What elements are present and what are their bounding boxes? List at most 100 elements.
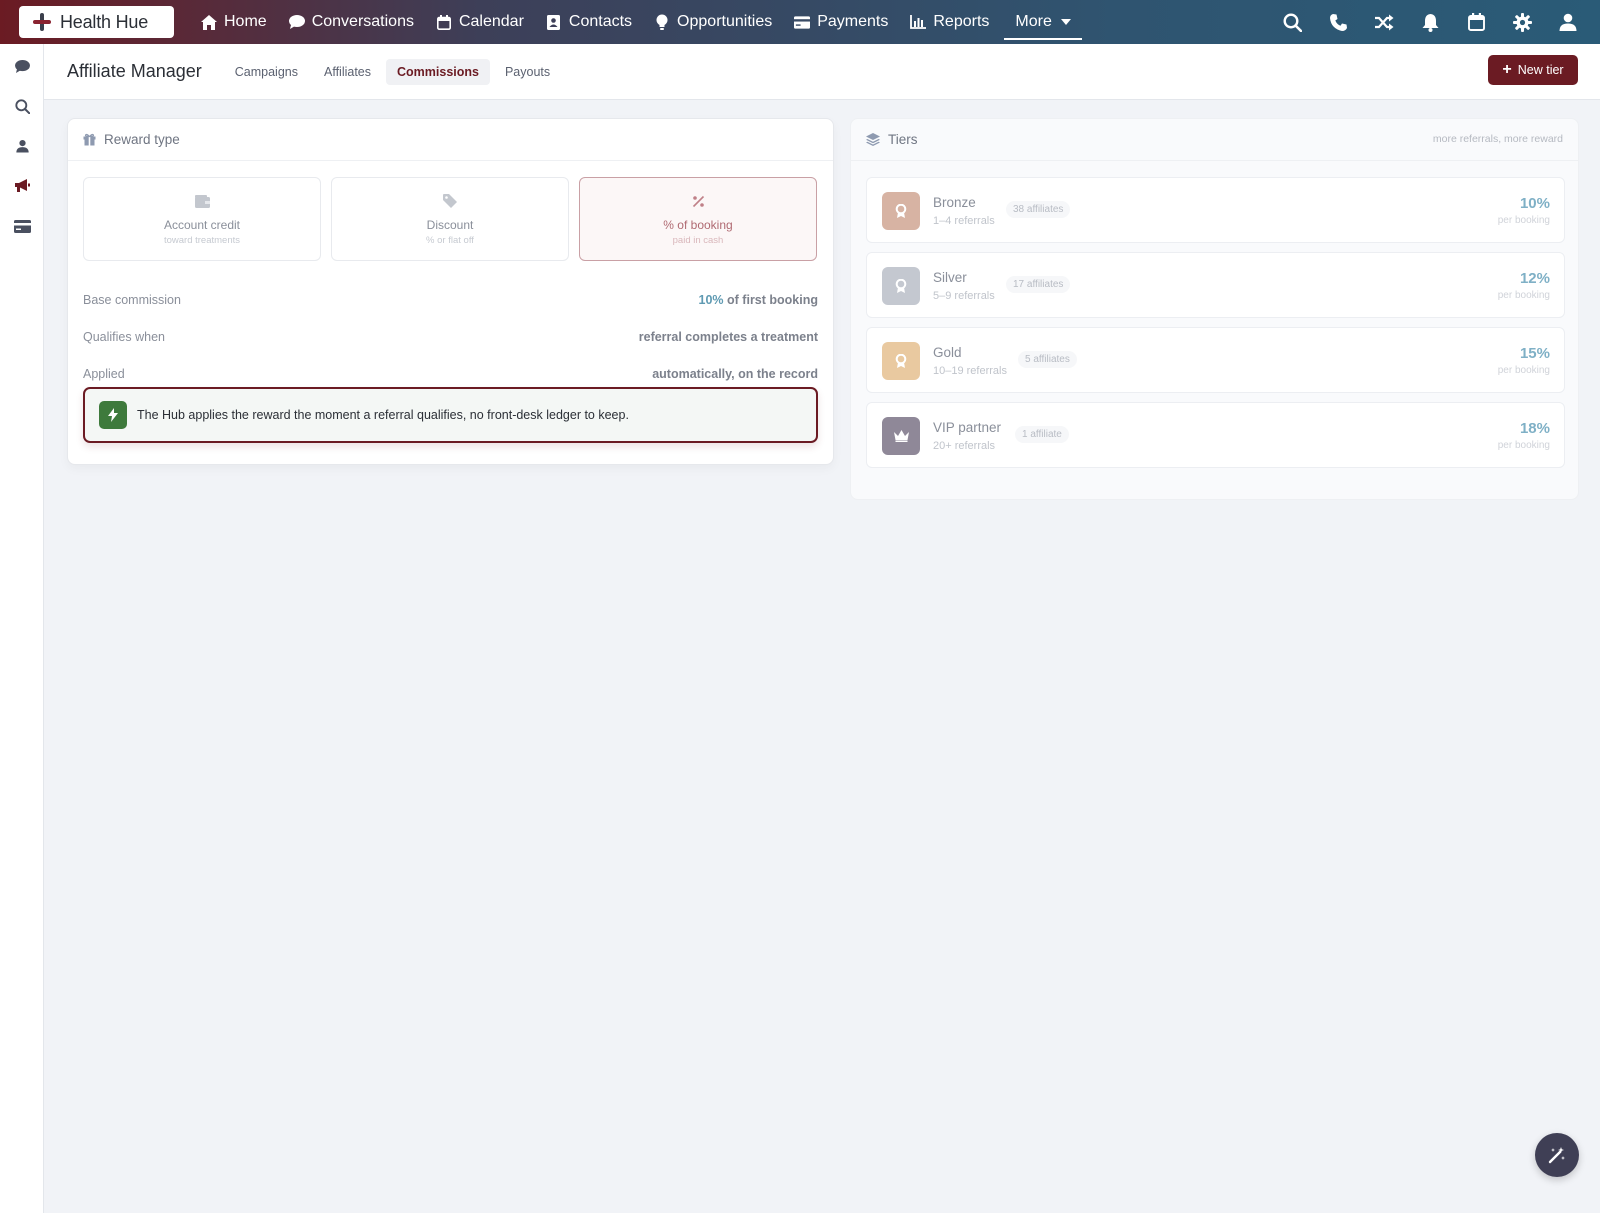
tier-percent: 12% bbox=[1519, 270, 1550, 287]
tier-affiliate-count: 38 affiliates bbox=[1006, 201, 1071, 218]
nav-contacts[interactable]: Contacts bbox=[535, 0, 643, 44]
rail-search[interactable] bbox=[12, 96, 32, 116]
calendar-icon bbox=[436, 14, 452, 30]
plus-icon: + bbox=[1502, 61, 1512, 78]
rail-marketing[interactable] bbox=[12, 176, 32, 196]
tier-affiliate-count: 5 affiliates bbox=[1018, 351, 1077, 368]
bolt-icon bbox=[99, 401, 127, 429]
nav-conversations[interactable]: Conversations bbox=[278, 0, 425, 44]
reward-type-card: Reward type Account credit toward treatm… bbox=[67, 118, 834, 465]
row-value: 10% of first booking bbox=[699, 293, 818, 307]
tier-name: Bronze bbox=[933, 195, 976, 210]
tier-affiliate-count: 17 affiliates bbox=[1006, 276, 1071, 293]
chevron-down-icon bbox=[1060, 19, 1071, 25]
percent-icon bbox=[690, 193, 706, 209]
user-icon bbox=[15, 140, 29, 153]
award-icon bbox=[882, 342, 920, 380]
tier-range: 20+ referrals bbox=[933, 440, 996, 452]
tier-range: 1–4 referrals bbox=[933, 215, 995, 227]
phone-icon[interactable] bbox=[1328, 12, 1348, 32]
tier-per: per booking bbox=[1497, 365, 1550, 376]
sub-header: Affiliate Manager Campaigns Affiliates C… bbox=[44, 44, 1600, 100]
nav-calendar[interactable]: Calendar bbox=[425, 0, 535, 44]
calendar-icon[interactable] bbox=[1466, 12, 1486, 32]
layers-icon bbox=[866, 133, 880, 146]
search-icon bbox=[14, 98, 30, 114]
tier-range: 5–9 referrals bbox=[933, 290, 995, 302]
nav-reports[interactable]: Reports bbox=[899, 0, 1000, 44]
tier-percent: 18% bbox=[1519, 420, 1550, 437]
row-value: referral completes a treatment bbox=[638, 329, 818, 344]
nav-payments-label: Payments bbox=[817, 13, 889, 30]
wallet-icon bbox=[194, 193, 210, 209]
nav-home[interactable]: Home bbox=[190, 0, 278, 44]
option-label: % of booking bbox=[663, 218, 733, 232]
option-sub: % or flat off bbox=[426, 235, 474, 246]
nav-more-dropdown[interactable]: More bbox=[1004, 0, 1083, 44]
tab-affiliates[interactable]: Affiliates bbox=[313, 59, 382, 85]
tag-icon bbox=[442, 193, 458, 209]
tier-percent: 15% bbox=[1519, 345, 1550, 362]
tier-name: Silver bbox=[933, 270, 967, 285]
tier-row-gold[interactable]: Gold 10–19 referrals 5 affiliates 15% pe… bbox=[866, 327, 1565, 393]
tier-row-bronze[interactable]: Bronze 1–4 referrals 38 affiliates 10% p… bbox=[866, 177, 1565, 243]
tier-name: Gold bbox=[933, 345, 962, 360]
commission-rate: 10% bbox=[698, 292, 724, 307]
contacts-icon bbox=[546, 14, 562, 30]
tab-campaigns[interactable]: Campaigns bbox=[224, 59, 309, 85]
nav-payments[interactable]: Payments bbox=[783, 0, 899, 44]
left-rail bbox=[0, 44, 44, 1213]
brand-logo[interactable]: Health Hue bbox=[19, 6, 174, 38]
page-title: Affiliate Manager bbox=[67, 61, 202, 81]
logo-mark-icon bbox=[31, 11, 53, 33]
tier-range: 10–19 referrals bbox=[933, 365, 1007, 377]
chat-icon bbox=[288, 14, 305, 30]
rail-payments[interactable] bbox=[12, 216, 32, 236]
tier-name: VIP partner bbox=[933, 420, 1002, 435]
nav-calendar-label: Calendar bbox=[458, 13, 524, 30]
gear-icon[interactable] bbox=[1512, 12, 1532, 32]
shuffle-icon[interactable] bbox=[1374, 12, 1394, 32]
award-icon bbox=[882, 192, 920, 230]
row-base-commission: Base commission 10% of first booking bbox=[83, 281, 818, 318]
rail-contacts[interactable] bbox=[12, 136, 32, 156]
option-discount[interactable]: Discount % or flat off bbox=[331, 177, 569, 261]
award-icon bbox=[882, 267, 920, 305]
option-label: Account credit bbox=[163, 218, 241, 232]
lightbulb-icon bbox=[654, 14, 670, 30]
tab-payouts[interactable]: Payouts bbox=[494, 59, 561, 85]
row-key: Applied bbox=[83, 366, 125, 381]
tab-bar: Campaigns Affiliates Commissions Payouts bbox=[224, 58, 561, 85]
magic-wand-button[interactable] bbox=[1535, 1133, 1579, 1177]
brand-name: Health Hue bbox=[60, 11, 149, 32]
tiers-title: Tiers bbox=[888, 132, 918, 147]
rail-chat[interactable] bbox=[12, 56, 32, 76]
tiers-card: Tiers more referrals, more reward Bronze… bbox=[850, 118, 1579, 500]
search-icon[interactable] bbox=[1282, 12, 1302, 32]
nav-more-label: More bbox=[1015, 13, 1052, 30]
tier-per: per booking bbox=[1497, 290, 1550, 301]
option-percent-of-booking[interactable]: % of booking paid in cash bbox=[579, 177, 817, 261]
tier-percent: 10% bbox=[1519, 195, 1550, 212]
row-key: Base commission bbox=[83, 292, 181, 307]
nav-opportunities-label: Opportunities bbox=[677, 13, 773, 30]
tier-per: per booking bbox=[1497, 215, 1550, 226]
tab-commissions[interactable]: Commissions bbox=[386, 58, 490, 85]
reward-type-title: Reward type bbox=[104, 132, 180, 147]
bell-icon[interactable] bbox=[1420, 12, 1440, 32]
megaphone-icon bbox=[15, 179, 30, 192]
card-icon bbox=[794, 14, 811, 30]
user-icon[interactable] bbox=[1558, 12, 1578, 32]
nav-opportunities[interactable]: Opportunities bbox=[643, 0, 783, 44]
tier-row-silver[interactable]: Silver 5–9 referrals 17 affiliates 12% p… bbox=[866, 252, 1565, 318]
option-sub: paid in cash bbox=[672, 235, 724, 246]
top-nav: Health Hue Home Conversations Calendar C… bbox=[0, 0, 1600, 44]
option-sub: toward treatments bbox=[163, 235, 241, 246]
row-key: Qualifies when bbox=[83, 329, 165, 344]
tier-per: per booking bbox=[1497, 440, 1550, 451]
home-icon bbox=[201, 14, 217, 30]
option-account-credit[interactable]: Account credit toward treatments bbox=[83, 177, 321, 261]
new-tier-button[interactable]: + New tier bbox=[1488, 55, 1578, 85]
nav-conversations-label: Conversations bbox=[311, 13, 414, 30]
tier-row-vip-partner[interactable]: VIP partner 20+ referrals 1 affiliate 18… bbox=[866, 402, 1565, 468]
